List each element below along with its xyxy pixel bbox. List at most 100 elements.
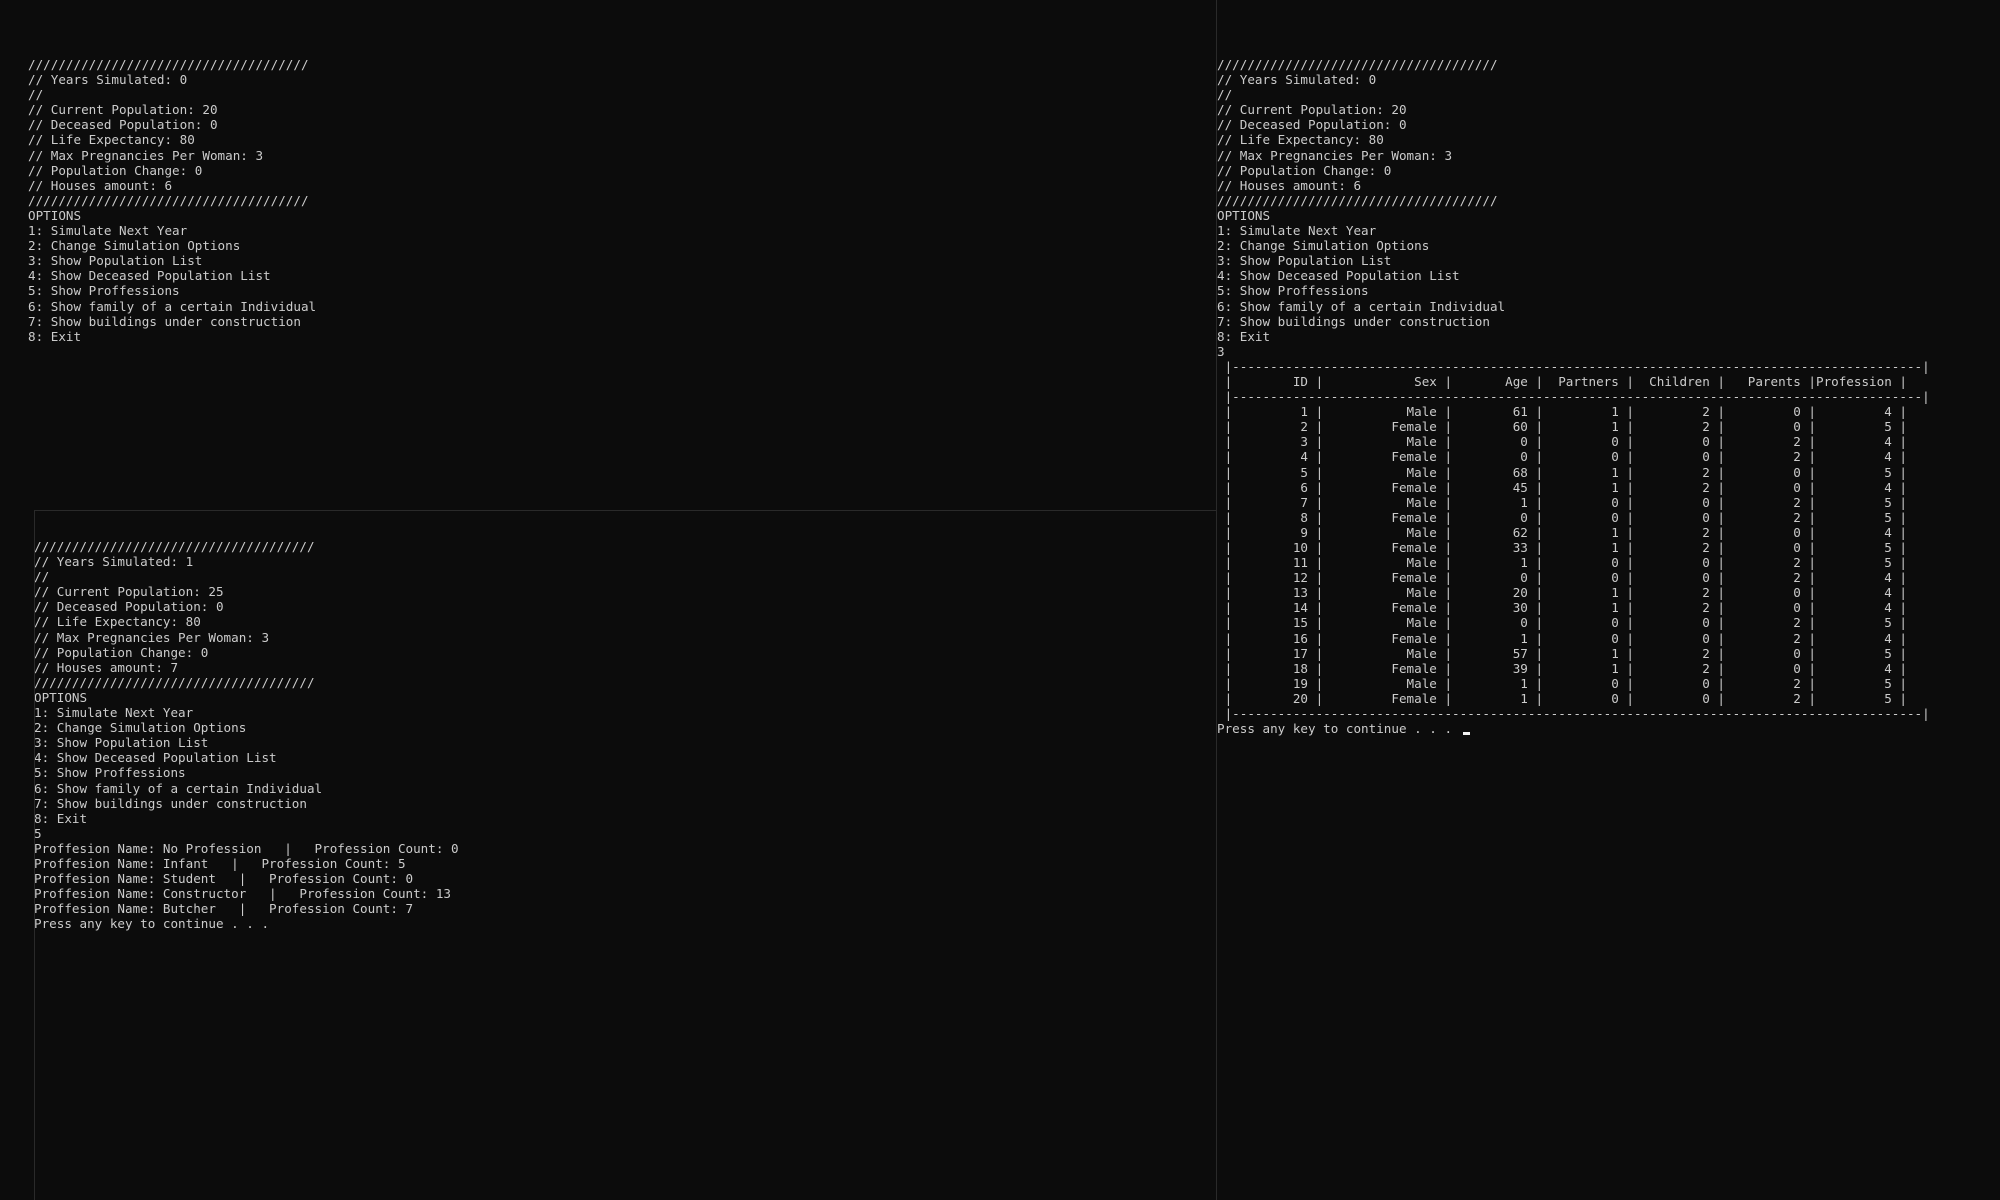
console-line: | 18 | Female | 39 | 1 | 2 | 0 | 4 | (1217, 660, 1907, 676)
console-line: // Population Change: 0 (28, 162, 203, 178)
console-pane-right[interactable]: /////////////////////////////////////// … (1217, 0, 2000, 1200)
console-line: 1: Simulate Next Year (34, 705, 194, 721)
console-line: 7: Show buildings under construction (34, 795, 307, 811)
console-line: OPTIONS (34, 689, 88, 705)
console-line: // Max Pregnancies Per Woman: 3 (28, 147, 264, 163)
console-line: |---------------------------------------… (1217, 706, 1930, 722)
console-line: // Max Pregnancies Per Woman: 3 (34, 629, 270, 645)
console-line: 7: Show buildings under construction (28, 313, 301, 329)
console-line: 5: Show Proffessions (28, 283, 180, 299)
console-line: Press any key to continue . . . (34, 916, 270, 932)
console-line: ///////////////////////////////////// (34, 539, 315, 554)
console-line: ///////////////////////////////////// (28, 57, 309, 72)
pane-divider-horizontal[interactable] (34, 510, 1217, 511)
console-line: | 19 | Male | 1 | 0 | 0 | 2 | 5 | (1217, 675, 1907, 691)
console-line: // (1217, 87, 1233, 103)
console-line: ///////////////////////////////////// (28, 192, 309, 208)
console-line: | ID | Sex | Age | Partners | Children |… (1217, 373, 1907, 389)
console-line: 8: Exit (34, 810, 88, 826)
pane-divider-vertical[interactable] (1216, 0, 1217, 1200)
console-line: | 14 | Female | 30 | 1 | 2 | 0 | 4 | (1217, 600, 1907, 616)
console-line: // Years Simulated: 0 (1217, 72, 1377, 88)
console-line: // Life Expectancy: 80 (28, 132, 195, 148)
console-pane-top-left[interactable]: /////////////////////////////////////// … (0, 0, 1216, 510)
console-line: Proffesion Name: Student | Profession Co… (34, 871, 414, 887)
console-line: | 15 | Male | 0 | 0 | 0 | 2 | 5 | (1217, 615, 1907, 631)
continue-prompt: Press any key to continue . . . (1217, 721, 1460, 737)
console-line: // Deceased Population: 0 (28, 117, 218, 133)
console-prompt-line: Press any key to continue . . . (1217, 721, 1930, 736)
console-line: // Deceased Population: 0 (1217, 117, 1407, 133)
console-line: 2: Change Simulation Options (28, 238, 241, 254)
console-line: 6: Show family of a certain Individual (34, 780, 323, 796)
console-line: // Houses amount: 6 (1217, 177, 1362, 193)
console-line: | 2 | Female | 60 | 1 | 2 | 0 | 5 | (1217, 419, 1907, 435)
console-line: Proffesion Name: Infant | Profession Cou… (34, 855, 406, 871)
console-line: // Years Simulated: 0 (28, 72, 188, 88)
console-line: // Current Population: 20 (28, 102, 218, 118)
console-line: // Max Pregnancies Per Woman: 3 (1217, 147, 1453, 163)
text-cursor (1462, 732, 1470, 736)
console-line: | 6 | Female | 45 | 1 | 2 | 0 | 4 | (1217, 479, 1907, 495)
console-line: Proffesion Name: Butcher | Profession Co… (34, 901, 414, 917)
console-line: 2: Change Simulation Options (34, 720, 247, 736)
console-line: | 12 | Female | 0 | 0 | 0 | 2 | 4 | (1217, 570, 1907, 586)
console-line: 4: Show Deceased Population List (1217, 268, 1460, 284)
console-output: /////////////////////////////////////// … (1217, 57, 1930, 736)
console-line: | 10 | Female | 33 | 1 | 2 | 0 | 5 | (1217, 540, 1907, 555)
console-line: 3 (1217, 343, 1225, 359)
console-line: OPTIONS (1217, 207, 1271, 223)
console-line: | 20 | Female | 1 | 0 | 0 | 2 | 5 | (1217, 690, 1907, 706)
console-line: | 3 | Male | 0 | 0 | 0 | 2 | 4 | (1217, 434, 1907, 450)
console-line: // Population Change: 0 (1217, 162, 1392, 178)
console-line: | 13 | Male | 20 | 1 | 2 | 0 | 4 | (1217, 585, 1907, 601)
console-line: Proffesion Name: No Profession | Profess… (34, 840, 459, 856)
console-line: // Current Population: 25 (34, 584, 224, 600)
console-line: 8: Exit (1217, 328, 1271, 344)
console-line: 8: Exit (28, 328, 82, 344)
console-line: OPTIONS (28, 207, 82, 223)
console-line: | 1 | Male | 61 | 1 | 2 | 0 | 4 | (1217, 404, 1907, 420)
console-line: | 11 | Male | 1 | 0 | 0 | 2 | 5 | (1217, 555, 1907, 571)
console-line: | 9 | Male | 62 | 1 | 2 | 0 | 4 | (1217, 524, 1907, 540)
console-line: | 17 | Male | 57 | 1 | 2 | 0 | 5 | (1217, 645, 1907, 661)
console-line: // Deceased Population: 0 (34, 599, 224, 615)
console-line: |---------------------------------------… (1217, 358, 1930, 374)
console-line: 5 (34, 825, 42, 841)
console-line: | 7 | Male | 1 | 0 | 0 | 2 | 5 | (1217, 494, 1907, 510)
console-line: 5: Show Proffessions (34, 765, 186, 781)
console-line: // (34, 569, 50, 585)
console-line: ///////////////////////////////////// (1217, 57, 1498, 72)
console-line: ///////////////////////////////////// (34, 674, 315, 690)
console-line: | 8 | Female | 0 | 0 | 0 | 2 | 5 | (1217, 509, 1907, 525)
console-line: // Population Change: 0 (34, 644, 209, 660)
console-line: // Houses amount: 6 (28, 177, 173, 193)
console-line: | 16 | Female | 1 | 0 | 0 | 2 | 4 | (1217, 630, 1907, 646)
console-line: 3: Show Population List (28, 253, 203, 269)
console-line: // Current Population: 20 (1217, 102, 1407, 118)
console-line: // Life Expectancy: 80 (1217, 132, 1384, 148)
console-output: /////////////////////////////////////// … (28, 57, 316, 344)
console-line: // Years Simulated: 1 (34, 554, 194, 570)
console-line: 4: Show Deceased Population List (34, 750, 277, 766)
console-output: /////////////////////////////////////// … (34, 539, 459, 931)
console-line: ///////////////////////////////////// (1217, 192, 1498, 208)
console-pane-bottom-left[interactable]: /////////////////////////////////////// … (34, 511, 1216, 1200)
console-line: 2: Change Simulation Options (1217, 238, 1430, 254)
console-line: 7: Show buildings under construction (1217, 313, 1490, 329)
console-line: | 4 | Female | 0 | 0 | 0 | 2 | 4 | (1217, 449, 1907, 465)
console-line: // Houses amount: 7 (34, 659, 179, 675)
console-line: 3: Show Population List (1217, 253, 1392, 269)
console-line: 3: Show Population List (34, 735, 209, 751)
console-line: 5: Show Proffessions (1217, 283, 1369, 299)
console-line: 1: Simulate Next Year (28, 223, 188, 239)
pane-divider-left-edge (34, 511, 35, 1200)
console-line: // Life Expectancy: 80 (34, 614, 201, 630)
console-line: 6: Show family of a certain Individual (1217, 298, 1506, 314)
console-line: | 5 | Male | 68 | 1 | 2 | 0 | 5 | (1217, 464, 1907, 480)
console-line: 6: Show family of a certain Individual (28, 298, 317, 314)
console-line: // (28, 87, 44, 103)
console-line: 1: Simulate Next Year (1217, 223, 1377, 239)
console-line: 4: Show Deceased Population List (28, 268, 271, 284)
console-line: Proffesion Name: Constructor | Professio… (34, 886, 452, 902)
